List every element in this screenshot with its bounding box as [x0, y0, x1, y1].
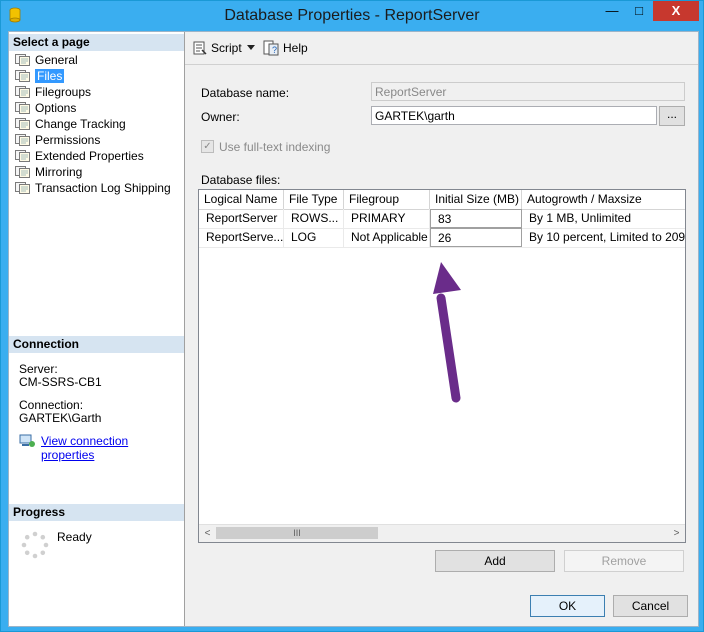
script-button[interactable]: Script — [211, 41, 242, 55]
cell-filegroup[interactable]: PRIMARY — [344, 209, 430, 228]
add-button[interactable]: Add — [435, 550, 555, 572]
page-icon — [15, 70, 30, 82]
dialog-client: Select a page General Files Filegroups Opti… — [8, 31, 699, 627]
col-initial-size[interactable]: Initial Size (MB) — [430, 190, 522, 209]
owner-label: Owner: — [201, 110, 240, 124]
database-files-label: Database files: — [201, 173, 281, 187]
page-item-label: Options — [35, 101, 77, 115]
page-item-label: Change Tracking — [35, 117, 126, 131]
connection-header: Connection — [9, 336, 184, 353]
database-name-field: ReportServer — [371, 82, 685, 101]
cell-initial-size[interactable]: 26 — [430, 228, 522, 247]
connection-properties-icon — [19, 434, 35, 447]
annotation-arrow-icon — [433, 262, 461, 403]
page-item-change-tracking[interactable]: Change Tracking — [13, 116, 183, 132]
page-item-label: Mirroring — [35, 165, 83, 179]
cell-filegroup[interactable]: Not Applicable — [344, 228, 430, 247]
cell-file-type[interactable]: LOG — [284, 228, 344, 247]
connection-label: Connection: — [19, 398, 84, 412]
horizontal-scrollbar[interactable]: < III > — [199, 524, 685, 542]
svg-text:?: ? — [272, 45, 277, 55]
select-page-header: Select a page — [9, 34, 184, 51]
maximize-button[interactable]: □ — [626, 1, 652, 21]
cell-initial-size[interactable]: 83 — [430, 209, 522, 228]
col-autogrowth[interactable]: Autogrowth / Maxsize — [522, 190, 685, 209]
script-icon — [193, 41, 207, 55]
owner-browse-button[interactable]: ... — [659, 106, 685, 126]
progress-status: Ready — [57, 530, 92, 544]
cell-autogrowth[interactable]: By 10 percent, Limited to 209... — [522, 228, 685, 247]
col-filegroup[interactable]: Filegroup — [344, 190, 430, 209]
page-icon — [15, 102, 30, 114]
ok-button[interactable]: OK — [530, 595, 605, 617]
fulltext-checkbox[interactable]: ✓ — [201, 140, 214, 153]
page-icon — [15, 182, 30, 194]
page-item-label: Transaction Log Shipping — [35, 181, 171, 195]
connection-value: GARTEK\Garth — [19, 411, 102, 425]
title-bar[interactable]: Database Properties - ReportServer — □ X — [1, 1, 703, 31]
page-item-permissions[interactable]: Permissions — [13, 132, 183, 148]
col-logical-name[interactable]: Logical Name — [199, 190, 284, 209]
fulltext-label: Use full-text indexing — [219, 140, 331, 154]
col-file-type[interactable]: File Type — [284, 190, 344, 209]
page-item-label: Extended Properties — [35, 149, 144, 163]
page-item-general[interactable]: General — [13, 52, 183, 68]
scroll-right-button[interactable]: > — [668, 525, 685, 542]
cell-logical-name[interactable]: ReportServer — [199, 209, 284, 228]
page-item-label: General — [35, 53, 78, 67]
page-icon — [15, 134, 30, 146]
page-icon — [15, 150, 30, 162]
page-icon — [15, 86, 30, 98]
cancel-button[interactable]: Cancel — [613, 595, 688, 617]
page-item-transaction-log-shipping[interactable]: Transaction Log Shipping — [13, 180, 183, 196]
server-value: CM-SSRS-CB1 — [19, 375, 102, 389]
toolbar: Script ? Help — [185, 32, 698, 65]
page-item-extended-properties[interactable]: Extended Properties — [13, 148, 183, 164]
close-button[interactable]: X — [653, 1, 699, 21]
page-item-label: Filegroups — [35, 85, 92, 99]
scroll-thumb[interactable]: III — [216, 527, 378, 539]
page-icon — [15, 166, 30, 178]
left-pane: Select a page General Files Filegroups Opti… — [9, 32, 185, 626]
script-dropdown-chevron-icon[interactable] — [247, 45, 255, 51]
help-button[interactable]: Help — [283, 41, 308, 55]
scroll-left-button[interactable]: < — [199, 525, 216, 542]
page-list: General Files Filegroups Options Change Trac… — [13, 52, 183, 196]
help-icon: ? — [263, 40, 279, 56]
minimize-button[interactable]: — — [599, 1, 625, 21]
cell-file-type[interactable]: ROWS... — [284, 209, 344, 228]
cell-logical-name[interactable]: ReportServe... — [199, 228, 284, 247]
page-item-mirroring[interactable]: Mirroring — [13, 164, 183, 180]
page-item-label: Files — [35, 69, 65, 83]
progress-header: Progress — [9, 504, 184, 521]
server-label: Server: — [19, 362, 58, 376]
page-item-options[interactable]: Options — [13, 100, 183, 116]
page-item-label: Permissions — [35, 133, 101, 147]
owner-field[interactable]: GARTEK\garth — [371, 106, 657, 125]
database-name-label: Database name: — [201, 86, 290, 100]
grid-header: Logical Name File Type Filegroup Initial… — [199, 190, 685, 210]
page-icon — [15, 54, 30, 66]
remove-button[interactable]: Remove — [564, 550, 684, 572]
dialog-window: Database Properties - ReportServer — □ X… — [0, 0, 704, 632]
progress-spinner-icon — [21, 531, 49, 559]
table-row[interactable]: ReportServer ROWS... PRIMARY 83 By 1 MB,… — [199, 209, 685, 229]
page-icon — [15, 118, 30, 130]
page-item-filegroups[interactable]: Filegroups — [13, 84, 183, 100]
view-connection-properties-link[interactable]: View connection properties — [41, 434, 184, 462]
table-row[interactable]: ReportServe... LOG Not Applicable 26 By … — [199, 228, 685, 248]
page-item-files[interactable]: Files — [13, 68, 183, 84]
cell-autogrowth[interactable]: By 1 MB, Unlimited — [522, 209, 685, 228]
window-title: Database Properties - ReportServer — [224, 7, 480, 24]
